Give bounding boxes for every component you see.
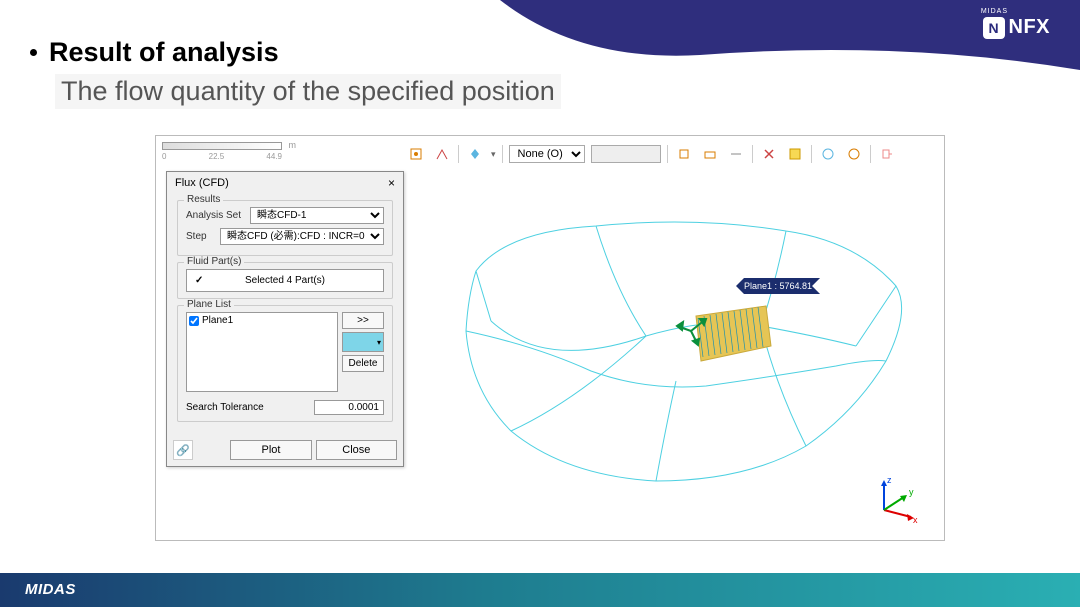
slide-title-row: Result of analysis <box>30 37 279 68</box>
move-right-button[interactable]: >> <box>342 312 384 329</box>
plane1-label: Plane1 <box>202 315 233 326</box>
plane-row: Plane1 >> ▾ Delete <box>186 312 384 392</box>
close-icon[interactable]: × <box>388 176 395 190</box>
plane-button-column: >> ▾ Delete <box>342 312 384 392</box>
link-icon[interactable]: 🔗 <box>173 440 193 460</box>
tool-icon-9[interactable] <box>818 144 838 164</box>
ruler-bar <box>162 142 282 150</box>
plane1-checkbox[interactable] <box>189 316 199 326</box>
plane-item[interactable]: Plane1 <box>189 315 335 326</box>
tolerance-input[interactable] <box>314 400 384 415</box>
toolbar-separator-4 <box>752 145 753 163</box>
toolbar-separator <box>458 145 459 163</box>
plane-listbox[interactable]: Plane1 <box>186 312 338 392</box>
plane-annotation: Plane1 : 5764.81 <box>736 278 820 294</box>
results-group-label: Results <box>184 194 223 205</box>
delete-button[interactable]: Delete <box>342 355 384 372</box>
tool-icon-11[interactable] <box>877 144 897 164</box>
dialog-title-text: Flux (CFD) <box>175 177 229 189</box>
flux-cfd-dialog: Flux (CFD) × Results Analysis Set 瞬态CFD-… <box>166 171 404 467</box>
ruler-unit: m <box>289 140 297 150</box>
dropdown-arrow-icon[interactable]: ▾ <box>491 149 496 160</box>
nfx-logo: MIDAS N NFX <box>983 16 1051 39</box>
analysis-set-select[interactable]: 瞬态CFD-1 <box>250 207 384 224</box>
disabled-select <box>591 145 661 163</box>
axis-gizmo[interactable]: z y x <box>869 475 919 525</box>
tolerance-row: Search Tolerance <box>186 400 384 415</box>
ruler-tick-2: 44.9 <box>266 152 282 161</box>
bullet-dot <box>30 49 37 56</box>
dialog-body: Results Analysis Set 瞬态CFD-1 Step 瞬态CFD … <box>167 194 403 434</box>
analysis-set-row: Analysis Set 瞬态CFD-1 <box>186 207 384 224</box>
toolbar: ▾ None (O) <box>406 144 897 164</box>
slide-subtitle: The flow quantity of the specified posit… <box>55 74 561 109</box>
step-select[interactable]: 瞬态CFD (必需):CFD : INCR=0 <box>220 228 384 245</box>
tool-icon-7[interactable] <box>759 144 779 164</box>
fluid-parts-label: Fluid Part(s) <box>184 256 244 267</box>
plane-list-group: Plane List Plane1 >> ▾ Delete <box>177 305 393 422</box>
dialog-titlebar[interactable]: Flux (CFD) × <box>167 172 403 194</box>
slide-title: Result of analysis <box>49 37 279 68</box>
toolbar-separator-5 <box>811 145 812 163</box>
tool-icon-6[interactable] <box>726 144 746 164</box>
tool-icon-3[interactable] <box>465 144 485 164</box>
selected-parts-button[interactable]: ✓ Selected 4 Part(s) <box>186 269 384 292</box>
footer-bar <box>0 573 1080 607</box>
ruler-tick-0: 0 <box>162 152 166 161</box>
scale-ruler: 0 22.5 44.9 m <box>162 142 282 162</box>
step-row: Step 瞬态CFD (必需):CFD : INCR=0 <box>186 228 384 245</box>
y-axis-label: y <box>909 487 914 497</box>
tool-icon-2[interactable] <box>432 144 452 164</box>
x-axis-label: x <box>913 515 918 525</box>
plot-button[interactable]: Plot <box>230 440 311 460</box>
ruler-tick-1: 22.5 <box>209 152 225 161</box>
step-label: Step <box>186 231 216 242</box>
display-mode-select[interactable]: None (O) <box>509 145 585 163</box>
tool-icon-4[interactable] <box>674 144 694 164</box>
tool-icon-10[interactable] <box>844 144 864 164</box>
midas-footer-logo: MIDAS <box>25 581 76 598</box>
plane-list-label: Plane List <box>184 299 234 310</box>
toolbar-separator-2 <box>502 145 503 163</box>
dialog-footer: 🔗 Plot Close <box>167 434 403 466</box>
3d-viewport[interactable] <box>416 171 936 531</box>
selected-parts-text: Selected 4 Part(s) <box>245 275 325 286</box>
app-screenshot: 0 22.5 44.9 m ▾ None (O) <box>155 135 945 541</box>
fluid-parts-group: Fluid Part(s) ✓ Selected 4 Part(s) <box>177 262 393 299</box>
tolerance-label: Search Tolerance <box>186 402 264 413</box>
tool-icon-1[interactable] <box>406 144 426 164</box>
analysis-set-label: Analysis Set <box>186 210 246 221</box>
slide: MIDAS N NFX Result of analysis The flow … <box>0 0 1080 607</box>
midas-small-text: MIDAS <box>981 8 1008 15</box>
toolbar-separator-6 <box>870 145 871 163</box>
nfx-text: NFX <box>1009 16 1051 39</box>
results-group: Results Analysis Set 瞬态CFD-1 Step 瞬态CFD … <box>177 200 393 256</box>
ruler-ticks: 0 22.5 44.9 <box>162 152 282 161</box>
toolbar-separator-3 <box>667 145 668 163</box>
close-button[interactable]: Close <box>316 440 397 460</box>
tool-icon-5[interactable] <box>700 144 720 164</box>
plane-color-button[interactable]: ▾ <box>342 332 384 352</box>
n-icon: N <box>983 17 1005 39</box>
z-axis-label: z <box>887 475 892 485</box>
tool-icon-8[interactable] <box>785 144 805 164</box>
check-icon: ✓ <box>195 275 203 286</box>
